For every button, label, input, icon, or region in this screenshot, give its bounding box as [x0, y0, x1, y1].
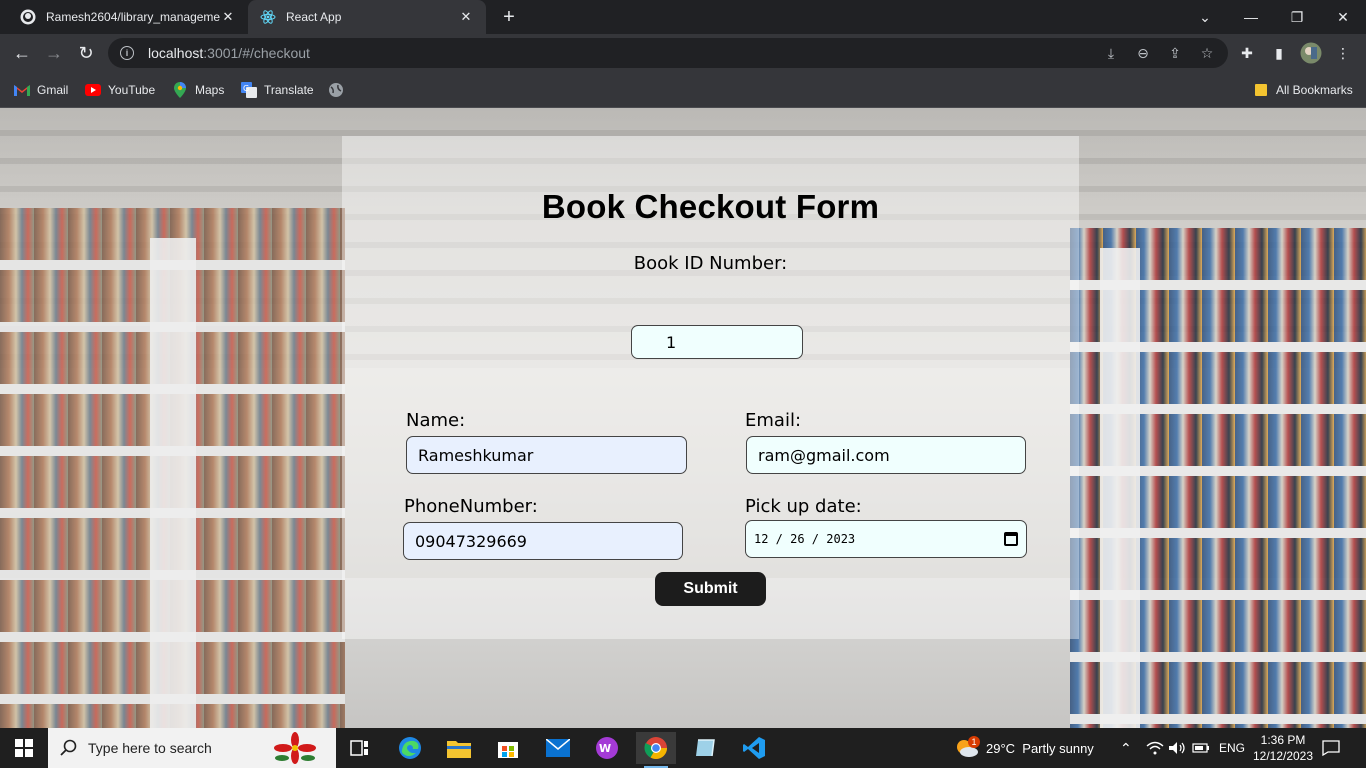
submit-button[interactable]: Submit	[655, 572, 766, 606]
task-view-icon[interactable]	[340, 732, 380, 764]
youtube-icon	[85, 82, 101, 98]
calendar-icon[interactable]	[1004, 532, 1018, 546]
book-id-label: Book ID Number:	[633, 253, 788, 274]
background-pillar-left	[150, 238, 196, 728]
close-window-button[interactable]: ✕	[1320, 0, 1366, 34]
chrome-icon[interactable]	[636, 732, 676, 768]
phone-input[interactable]: 09047329669	[403, 522, 683, 560]
notifications-icon[interactable]	[1322, 728, 1340, 768]
all-bookmarks-label: All Bookmarks	[1276, 83, 1353, 97]
weather-widget[interactable]: 1 29°C Partly sunny	[954, 728, 1094, 768]
reload-button[interactable]: ↻	[73, 40, 99, 66]
notes-app-icon[interactable]	[685, 732, 725, 764]
weather-text: 29°C Partly sunny	[986, 740, 1094, 756]
share-icon[interactable]: ⇪	[1164, 42, 1186, 64]
bookmark-star-icon[interactable]: ☆	[1196, 42, 1218, 64]
tab-github[interactable]: Ramesh2604/library_manageme ✕	[8, 0, 248, 34]
bookmarks-bar: Gmail YouTube Maps G Translate All Bookm…	[0, 72, 1366, 108]
browser-toolbar: ← → ↻ i localhost :3001/#/checkout ⤓ ⊖ ⇪…	[0, 34, 1366, 72]
phone-label: PhoneNumber:	[404, 496, 538, 517]
wps-office-icon[interactable]: W	[587, 732, 627, 764]
search-icon	[60, 739, 78, 757]
bookmark-label: Gmail	[37, 83, 69, 97]
pickup-date-value: 12 / 26 / 2023	[754, 532, 856, 546]
menu-icon[interactable]: ⋮	[1332, 42, 1354, 64]
folder-icon	[1253, 82, 1269, 98]
edge-icon[interactable]	[390, 732, 430, 764]
bookmark-label: Translate	[264, 83, 314, 97]
site-info-icon[interactable]: i	[120, 46, 134, 60]
name-input[interactable]: Rameshkumar	[406, 436, 687, 474]
bookmark-maps[interactable]: Maps	[172, 81, 224, 99]
wifi-icon[interactable]	[1146, 728, 1164, 768]
restore-button[interactable]: ❐	[1274, 0, 1320, 34]
minimize-button[interactable]: —	[1228, 0, 1274, 34]
clock-date: 12/12/2023	[1252, 749, 1314, 763]
email-label: Email:	[745, 410, 802, 431]
book-id-input[interactable]: 1	[631, 325, 803, 359]
react-icon	[260, 9, 276, 25]
poinsettia-icon	[270, 732, 320, 767]
svg-text:G: G	[243, 84, 249, 93]
install-app-icon[interactable]: ⤓	[1100, 42, 1122, 64]
weather-partly-sunny-icon: 1	[954, 736, 980, 760]
all-bookmarks[interactable]: All Bookmarks	[1253, 81, 1353, 99]
tab-search-icon[interactable]: ⌄	[1182, 0, 1228, 34]
language-indicator[interactable]: ENG	[1219, 728, 1245, 768]
name-label: Name:	[406, 410, 466, 431]
bookmark-translate[interactable]: G Translate	[241, 81, 314, 99]
weather-badge: 1	[968, 736, 980, 748]
pickup-date-input[interactable]: 12 / 26 / 2023	[745, 520, 1027, 558]
volume-icon[interactable]	[1168, 728, 1186, 768]
tab-title: Ramesh2604/library_manageme	[46, 10, 220, 24]
bookmark-youtube[interactable]: YouTube	[85, 81, 155, 99]
background-pillar-right	[1100, 248, 1140, 728]
checkout-form: Book Checkout Form Book ID Number: 1 Nam…	[342, 136, 1079, 639]
start-button[interactable]	[0, 728, 48, 768]
store-icon[interactable]	[488, 732, 528, 764]
profile-avatar[interactable]	[1300, 42, 1322, 64]
globe-icon	[328, 82, 344, 98]
new-tab-button[interactable]: +	[497, 5, 521, 29]
show-hidden-icons-icon[interactable]: ⌃	[1120, 728, 1132, 768]
battery-icon[interactable]	[1192, 728, 1210, 768]
extensions-icon[interactable]: ✚	[1236, 42, 1258, 64]
bookmark-globe[interactable]	[328, 81, 351, 99]
close-icon[interactable]: ✕	[458, 9, 474, 25]
windows-logo-icon	[15, 739, 33, 757]
zoom-icon[interactable]: ⊖	[1132, 42, 1154, 64]
side-panel-icon[interactable]: ▮	[1268, 42, 1290, 64]
gmail-icon	[14, 82, 30, 98]
form-title: Book Checkout Form	[541, 188, 880, 225]
clock-time: 1:36 PM	[1260, 733, 1306, 747]
mail-icon[interactable]	[538, 732, 578, 764]
forward-button[interactable]: →	[41, 40, 67, 66]
bookmark-label: Maps	[195, 83, 225, 97]
back-button[interactable]: ←	[9, 40, 35, 66]
tab-react-app[interactable]: React App ✕	[248, 0, 486, 34]
file-explorer-icon[interactable]	[439, 732, 479, 764]
close-icon[interactable]: ✕	[220, 9, 236, 25]
translate-icon: G	[241, 82, 257, 98]
taskbar-search[interactable]: Type here to search	[48, 728, 336, 768]
bookmark-gmail[interactable]: Gmail	[14, 81, 68, 99]
page-viewport: Book Checkout Form Book ID Number: 1 Nam…	[0, 108, 1366, 728]
windows-taskbar: Type here to search W 1 29°C Partly sunn…	[0, 728, 1366, 768]
url-path: :3001/#/checkout	[203, 45, 310, 61]
github-icon	[20, 9, 36, 25]
system-clock[interactable]: 1:36 PM 12/12/2023	[1248, 732, 1318, 764]
vscode-icon[interactable]	[734, 732, 774, 764]
search-placeholder: Type here to search	[88, 740, 212, 756]
email-input[interactable]: ram@gmail.com	[746, 436, 1026, 474]
url-host: localhost	[148, 45, 204, 61]
tab-strip: Ramesh2604/library_manageme ✕ React App …	[0, 0, 1366, 34]
address-bar[interactable]: i localhost :3001/#/checkout	[108, 38, 1228, 68]
bookmark-label: YouTube	[108, 83, 156, 97]
svg-text:W: W	[599, 742, 611, 755]
pickup-date-label: Pick up date:	[745, 496, 862, 517]
tab-title: React App	[286, 10, 342, 24]
maps-icon	[172, 82, 188, 98]
